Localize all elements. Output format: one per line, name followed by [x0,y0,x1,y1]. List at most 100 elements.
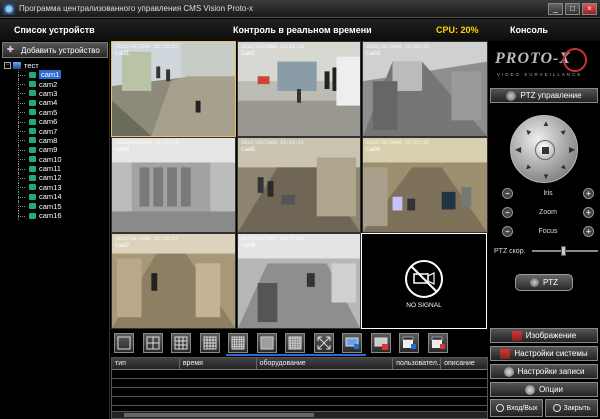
tree-item-label: cam7 [39,126,58,136]
video-cell-cam5[interactable]: 2012/10/2006 15:23:21 cam5 [237,137,361,233]
column-type[interactable]: тип [112,358,180,369]
tree-item-cam6[interactable]: cam6 [4,116,104,127]
ptz-left-arrow-icon[interactable]: ◀ [515,145,521,154]
column-device[interactable]: оборудование [257,358,394,369]
video-cell-cam4[interactable]: 2012/10/2006 15:23:23 cam4 [111,137,236,233]
horizontal-scrollbar[interactable] [112,411,487,418]
ptz-up-right-arrow-icon[interactable]: ▲ [558,126,570,138]
layout-1x1-button[interactable] [114,333,134,353]
layout-4x4-button[interactable] [200,333,220,353]
ptz-down-left-arrow-icon[interactable]: ▼ [522,162,534,174]
iris-label: Iris [543,189,553,197]
video-cell-no-signal[interactable]: NO SIGNAL [361,233,487,329]
layout-6x6-button[interactable] [257,333,277,353]
tree-item-cam10[interactable]: cam10 [4,154,104,165]
image-button[interactable]: Изображение [490,328,598,343]
cpu-usage: CPU: 20% [436,25,479,35]
live-view-title: Контроль в реальном времени [233,25,372,35]
table-row[interactable] [112,370,487,379]
collapse-icon[interactable]: − [4,62,11,69]
camera-feed-image [238,42,360,136]
iris-minus-button[interactable]: − [502,187,513,199]
ptz-down-arrow-icon[interactable]: ▼ [542,172,550,181]
camera-icon [29,146,36,153]
focus-minus-button[interactable]: − [502,225,513,237]
exit-button[interactable]: Закрыть [545,399,598,417]
record-button[interactable] [371,333,391,353]
table-row[interactable] [112,379,487,388]
minimize-button[interactable]: _ [548,2,563,15]
playback-button[interactable] [399,333,419,353]
tree-item-label: cam12 [39,173,62,183]
tree-item-cam7[interactable]: cam7 [4,126,104,137]
tree-item-cam5[interactable]: cam5 [4,107,104,118]
layout-7x7-button[interactable] [285,333,305,353]
options-button[interactable]: Опции [490,382,598,397]
tree-item-cam3[interactable]: cam3 [4,88,104,99]
ptz-direction-pad[interactable]: ▲ ▼ ◀ ▶ ▲ ▲ ▼ ▼ [510,115,578,183]
tree-item-cam8[interactable]: cam8 [4,135,104,146]
layout-3x3-button[interactable] [171,333,191,353]
stop-playback-button[interactable] [428,333,448,353]
table-row[interactable] [112,397,487,406]
video-cell-cam2[interactable]: 2012/10/2006 15:23:23 cam2 [237,41,361,137]
video-cell-cam8[interactable]: 2012/10/2006 15:23:23 cam8 [237,233,361,329]
ptz-control-button[interactable]: PTZ управление [490,88,598,103]
login-label: Вход/Вых [506,404,538,412]
tree-item-cam15[interactable]: cam15 [4,201,104,212]
tree-root[interactable]: − тест [4,61,104,70]
tree-item-cam4[interactable]: cam4 [4,98,104,108]
camera-icon [29,156,36,163]
video-grid: 2012/10/2006 15:23:22 cam1 2012/10/2006 … [111,41,488,329]
column-time[interactable]: время [180,358,257,369]
tree-item-cam1[interactable]: cam1 [4,70,104,80]
add-device-icon: ✚ [7,45,14,54]
control-panel: PROTO-X VIDEO SURVEILLANCE PTZ управлени… [488,42,600,419]
zoom-minus-button[interactable]: − [502,206,513,218]
ptz-down-right-arrow-icon[interactable]: ▼ [558,162,570,174]
ptz-up-left-arrow-icon[interactable]: ▲ [522,126,534,138]
focus-plus-button[interactable]: + [583,225,594,237]
column-user[interactable]: пользовател... [393,358,442,369]
no-signal-label: NO SIGNAL [406,302,442,309]
record-settings-button[interactable]: Настройки записи [490,364,598,379]
scrollbar-thumb[interactable] [124,413,314,417]
close-window-button[interactable]: × [582,2,597,15]
table-row[interactable] [112,388,487,397]
video-cell-cam1[interactable]: 2012/10/2006 15:23:22 cam1 [111,41,236,137]
tree-item-cam12[interactable]: cam12 [4,173,104,184]
zoom-plus-button[interactable]: + [583,206,594,218]
layout-5x5-button[interactable] [228,333,248,353]
ptz-up-arrow-icon[interactable]: ▲ [542,119,550,128]
tree-item-cam2[interactable]: cam2 [4,79,104,90]
slider-thumb[interactable] [561,246,567,256]
tree-item-cam13[interactable]: cam13 [4,182,104,193]
video-cell-cam7[interactable]: 2012/10/2006 15:23:22 cam7 [111,233,236,329]
ptz-button[interactable]: PTZ [515,274,573,291]
camera-feed-image [238,234,360,328]
monitor-snapshot-icon [345,337,359,349]
video-cell-cam6[interactable]: 2012/10/2006 15:23:22 cam6 [362,137,488,233]
console-title[interactable]: Консоль [510,25,548,35]
login-button[interactable]: Вход/Вых [490,399,543,417]
camera-feed-image [363,42,487,136]
add-device-button[interactable]: ✚ Добавить устройство [2,42,108,58]
ptz-stop-button[interactable] [535,140,555,160]
focus-control: − Focus + [502,225,594,237]
tree-item-cam16[interactable]: cam16 [4,210,104,221]
ptz-right-arrow-icon[interactable]: ▶ [569,145,575,154]
snapshot-button[interactable] [342,333,362,353]
ptz-speed-slider[interactable] [531,246,598,256]
tree-item-cam14[interactable]: cam14 [4,192,104,202]
brand-logo: PROTO-X VIDEO SURVEILLANCE [491,48,599,82]
tree-item-cam9[interactable]: cam9 [4,145,104,155]
system-settings-button[interactable]: Настройки системы [490,346,598,361]
iris-plus-button[interactable]: + [583,187,594,199]
maximize-button[interactable]: □ [565,2,580,15]
layout-2x2-button[interactable] [143,333,163,353]
camera-icon [29,174,36,181]
fullscreen-button[interactable] [314,333,334,353]
tree-item-cam11[interactable]: cam11 [4,163,104,174]
column-description[interactable]: описание [441,358,487,369]
video-cell-cam3[interactable]: 2012/10/2006 15:23:22 cam3 [362,41,488,137]
